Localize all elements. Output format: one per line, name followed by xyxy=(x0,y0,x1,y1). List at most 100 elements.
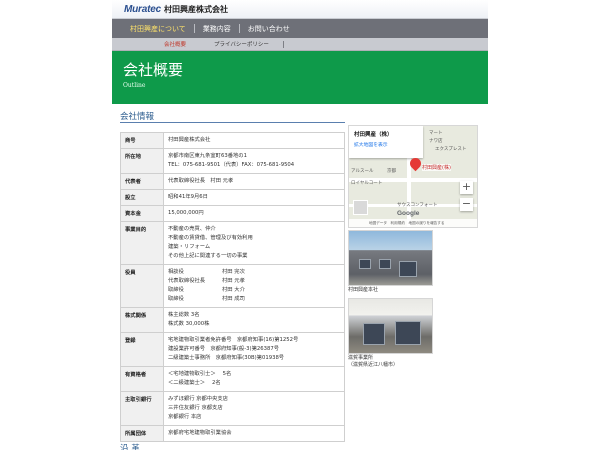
row-value-line: 代表取締役社長 村田 元孝 xyxy=(168,178,234,184)
subnav-divider xyxy=(282,40,284,48)
officer-role: 取締役 xyxy=(168,296,184,302)
table-row: 登録 宅地建物取引業者免許番号 京都府知事(16)第1252号 建設業許可番号 … xyxy=(120,332,345,367)
row-value: 不動産の売買、仲介 不動産の賃貸借、管理及び有効利用 建築・リフォーム その他上… xyxy=(163,221,345,265)
photo-caption-line: 滋賀事業所 xyxy=(348,355,374,361)
row-value-line: 二級建築士事務所 京都府知事(30B)第01938号 xyxy=(168,355,285,361)
row-value-line: 株主総数 3名 xyxy=(168,312,200,318)
table-row: 資本金 15,000,000円 xyxy=(120,205,345,222)
site-header: Muratec 村田興産株式会社 xyxy=(112,0,488,19)
row-value-line: 不動産の賃貸借、管理及び有効利用 xyxy=(168,235,253,241)
nav-item-services[interactable]: 業務内容 xyxy=(195,24,239,34)
head-office-photo xyxy=(348,230,433,286)
map-enlarge-link[interactable]: 拡大地図を表示 xyxy=(354,141,418,148)
row-label: 役員 xyxy=(120,264,164,308)
section-title: 会社情報 xyxy=(120,112,155,122)
row-value-line: みずほ銀行 京都中央支店 xyxy=(168,396,228,402)
row-label: 代表者 xyxy=(120,173,164,190)
row-value: 昭和41年9月6日 xyxy=(163,189,345,206)
photo-caption: 村田興産本社 xyxy=(348,287,379,293)
table-row: 所在地 京都市南区東九条室町63番地の1 TEL：075-681-9501（代表… xyxy=(120,148,345,174)
officer-row: 取締役 村田 大介 xyxy=(168,286,340,295)
officer-name: 村田 成司 xyxy=(222,296,245,302)
row-value-line: 京都市南区東九条室町63番地の1 xyxy=(168,153,247,159)
row-value: 相談役 村田 完次 代表取締役社長 村田 元孝 取締役 村田 大介 取締役 村田 成司 xyxy=(163,264,345,308)
row-value: ＜宅地建物取引士＞ 5名 ＜二級建築士＞ 2名 xyxy=(163,366,345,392)
subnav-item-privacy[interactable]: プライバシーポリシー xyxy=(200,40,283,48)
zoom-out-button[interactable]: − xyxy=(460,198,473,211)
officer-row: 取締役 村田 成司 xyxy=(168,295,340,304)
table-row: 代表者 代表取締役社長 村田 元孝 xyxy=(120,173,345,190)
row-value: 京都市南区東九条室町63番地の1 TEL：075-681-9501（代表）FAX… xyxy=(163,148,345,174)
row-label: 事業目的 xyxy=(120,221,164,265)
officer-role: 取締役 xyxy=(168,287,184,293)
section-divider xyxy=(120,122,345,123)
nav-item-contact[interactable]: お問い合わせ xyxy=(240,24,298,34)
page-wrapper: Muratec 村田興産株式会社 村田興産について 業務内容 お問い合わせ 会社… xyxy=(112,0,488,450)
nav-item-about[interactable]: 村田興産について xyxy=(122,24,194,34)
building-window xyxy=(359,259,371,269)
building-window xyxy=(399,261,417,277)
office-doorway xyxy=(363,323,385,345)
row-value-line: ＜二級建築士＞ 2名 xyxy=(168,380,221,386)
map-place-card: 村田興産（株） 拡大地図を表示 xyxy=(349,126,423,158)
map-footer[interactable]: 地図データ 利用規約 地図の誤りを報告する xyxy=(349,219,477,227)
map-label: サウスコンフォート xyxy=(397,203,438,208)
photo-caption-line: （滋賀県近江八幡市） xyxy=(348,362,399,368)
map-label: エクスプレスト xyxy=(435,147,467,152)
officer-role: 代表取締役社長 xyxy=(168,278,206,284)
map-label: ロイヤルコート xyxy=(351,181,383,186)
officer-name: 村田 元孝 xyxy=(222,278,245,284)
officer-role: 相談役 xyxy=(168,269,184,275)
row-value-line: 建設業許可番号 京都府知事(般-3)第26387号 xyxy=(168,346,280,352)
company-info-table: 商号 村田興産株式会社 所在地 京都市南区東九条室町63番地の1 TEL：075… xyxy=(120,132,345,442)
company-logo[interactable]: Muratec xyxy=(124,4,161,15)
officer-name: 村田 完次 xyxy=(222,269,245,275)
row-label: 所在地 xyxy=(120,148,164,174)
officer-row: 代表取締役社長 村田 元孝 xyxy=(168,277,340,286)
history-section-title: 沿 革 xyxy=(120,444,140,450)
map-label: 京都 xyxy=(387,169,396,174)
officer-name: 村田 大介 xyxy=(222,287,245,293)
street-view-icon[interactable] xyxy=(353,200,368,215)
row-value-line: 15,000,000円 xyxy=(168,210,204,216)
table-row: 株式関係 株主総数 3名 株式数 30,000株 xyxy=(120,307,345,333)
shiga-office-photo xyxy=(348,298,433,354)
row-value: 宅地建物取引業者免許番号 京都府知事(16)第1252号 建設業許可番号 京都府… xyxy=(163,332,345,367)
row-value: 京都府宅地建物取引業協会 xyxy=(163,425,345,442)
row-label: 株式関係 xyxy=(120,307,164,333)
table-row: 役員 相談役 村田 完次 代表取締役社長 村田 元孝 取締役 村田 大介 取締役 村田 … xyxy=(120,264,345,308)
table-row: 所属団体 京都府宅地建物取引業協会 xyxy=(120,425,345,442)
row-label: 所属団体 xyxy=(120,425,164,442)
subnav-item-outline[interactable]: 会社概要 xyxy=(150,40,200,48)
hero-banner: 会社概要 Outline xyxy=(112,51,488,104)
google-logo: Google xyxy=(397,210,420,217)
photo-caption: 滋賀事業所 （滋賀県近江八幡市） xyxy=(348,355,398,369)
office-window xyxy=(395,321,421,345)
row-label: 有資格者 xyxy=(120,366,164,392)
row-label: 設立 xyxy=(120,189,164,206)
row-value: みずほ銀行 京都中央支店 三井住友銀行 京都支店 京都銀行 本店 xyxy=(163,391,345,426)
main-nav: 村田興産について 業務内容 お問い合わせ xyxy=(112,19,488,38)
row-value-line: 昭和41年9月6日 xyxy=(168,194,208,200)
row-value-line: その他上記に関連する一切の事業 xyxy=(168,253,248,259)
table-row: 主取引銀行 みずほ銀行 京都中央支店 三井住友銀行 京都支店 京都銀行 本店 xyxy=(120,391,345,426)
row-value-line: 村田興産株式会社 xyxy=(168,137,211,143)
sub-nav: 会社概要 プライバシーポリシー xyxy=(112,38,488,51)
zoom-in-button[interactable]: + xyxy=(460,181,473,194)
building-window xyxy=(379,259,391,269)
page-subtitle: Outline xyxy=(123,82,146,89)
row-value-line: 宅地建物取引業者免許番号 京都府知事(16)第1252号 xyxy=(168,337,299,343)
row-value-line: 三井住友銀行 京都支店 xyxy=(168,405,223,411)
embedded-map[interactable]: マート ナワ店 アルスール ロイヤルコート サウスコンフォート エクスプレスト … xyxy=(348,125,478,228)
row-value-line: TEL：075-681-9501（代表）FAX：075-681-9504 xyxy=(168,162,295,168)
map-pin-label: 村田興産(株) xyxy=(422,164,451,171)
company-name: 村田興産株式会社 xyxy=(163,4,228,14)
table-row: 事業目的 不動産の売買、仲介 不動産の賃貸借、管理及び有効利用 建築・リフォーム… xyxy=(120,221,345,265)
table-row: 商号 村田興産株式会社 xyxy=(120,132,345,149)
table-row: 有資格者 ＜宅地建物取引士＞ 5名 ＜二級建築士＞ 2名 xyxy=(120,366,345,392)
row-value: 株主総数 3名 株式数 30,000株 xyxy=(163,307,345,333)
row-label: 資本金 xyxy=(120,205,164,222)
row-value: 15,000,000円 xyxy=(163,205,345,222)
page-title: 会社概要 xyxy=(123,61,184,79)
row-value-line: ＜宅地建物取引士＞ 5名 xyxy=(168,371,232,377)
